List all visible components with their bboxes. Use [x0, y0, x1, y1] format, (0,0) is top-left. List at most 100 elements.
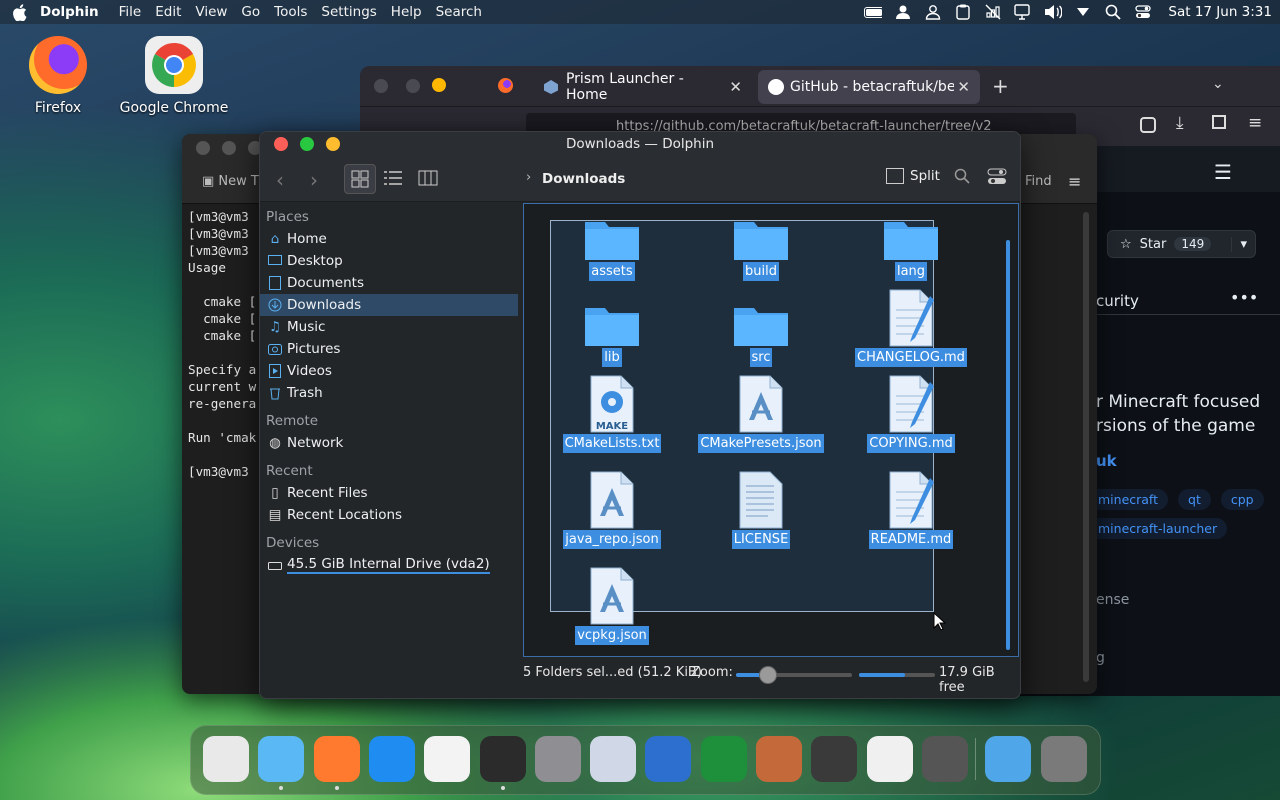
- tab-close-icon[interactable]: ✕: [957, 78, 970, 96]
- menu-edit[interactable]: Edit: [155, 4, 181, 20]
- preview-icon[interactable]: [756, 736, 802, 782]
- battery-icon[interactable]: [864, 4, 883, 20]
- places-item-documents[interactable]: Documents: [260, 272, 522, 294]
- places-item-pictures[interactable]: Pictures: [260, 338, 522, 360]
- window-close-button[interactable]: [374, 79, 388, 93]
- maximize-button[interactable]: [300, 137, 314, 151]
- places-item-recent-files[interactable]: ▯ Recent Files: [260, 482, 522, 504]
- launchpad-icon[interactable]: [203, 736, 249, 782]
- find-button[interactable]: Find: [1025, 174, 1052, 189]
- terminal-icon[interactable]: [479, 736, 526, 782]
- close-button[interactable]: [274, 137, 288, 151]
- tab-list-icon[interactable]: ⌄: [1212, 76, 1224, 92]
- star-dropdown-icon[interactable]: ▾: [1231, 236, 1247, 252]
- places-item-home[interactable]: ⌂ Home: [260, 228, 522, 250]
- places-item-desktop[interactable]: Desktop: [260, 250, 522, 272]
- tab-github[interactable]: GitHub - betacraftuk/betac ✕: [758, 70, 980, 104]
- screenshot-icon[interactable]: [590, 736, 637, 782]
- back-icon[interactable]: ‹: [276, 168, 284, 192]
- firefox-pinned-tab-icon[interactable]: [498, 78, 513, 93]
- file-item[interactable]: COPYING.md: [841, 372, 981, 453]
- security-tab-fragment[interactable]: curity: [1096, 292, 1139, 310]
- chevron-down-icon[interactable]: [1074, 4, 1092, 20]
- details-view-icon[interactable]: [384, 170, 402, 190]
- apple-icon[interactable]: [10, 3, 28, 21]
- spotlight-search-icon[interactable]: [1104, 4, 1122, 20]
- topic-tag[interactable]: qt: [1178, 489, 1211, 510]
- file-item[interactable]: build: [691, 200, 831, 281]
- file-item[interactable]: java_repo.json: [542, 468, 682, 549]
- places-item-recent-locations[interactable]: ▤ Recent Locations: [260, 504, 522, 526]
- system-settings-icon[interactable]: [534, 736, 581, 782]
- places-item-downloads[interactable]: Downloads: [260, 294, 518, 316]
- control-center-icon[interactable]: [1134, 4, 1152, 20]
- menu-settings[interactable]: Settings: [321, 4, 376, 20]
- split-button[interactable]: Split: [886, 168, 940, 184]
- trash-icon[interactable]: [1040, 736, 1087, 782]
- firefox-icon[interactable]: [313, 736, 360, 782]
- pinned-tab-icon[interactable]: [432, 78, 446, 92]
- menu-tools[interactable]: Tools: [274, 4, 307, 20]
- download-icon[interactable]: ⤓: [1176, 113, 1184, 133]
- spreadsheet-icon[interactable]: [700, 736, 747, 782]
- github-menu-icon[interactable]: ☰: [1214, 160, 1232, 184]
- terminal-scrollbar[interactable]: [1083, 212, 1089, 682]
- menu-go[interactable]: Go: [241, 4, 260, 20]
- terminal-menu-icon[interactable]: ≡: [1068, 172, 1081, 191]
- tab-close-icon[interactable]: ✕: [729, 78, 742, 96]
- window-minimize-button[interactable]: [406, 79, 420, 93]
- owner-link[interactable]: uk: [1096, 452, 1117, 470]
- places-item-videos[interactable]: Videos: [260, 360, 522, 382]
- file-item[interactable]: vcpkg.json: [542, 564, 682, 645]
- file-item[interactable]: CHANGELOG.md: [841, 286, 981, 367]
- display-icon[interactable]: [1014, 4, 1032, 20]
- text-editor-icon[interactable]: [645, 736, 692, 782]
- topic-tag[interactable]: minecraft: [1088, 489, 1169, 510]
- topic-tag[interactable]: cpp: [1220, 489, 1264, 510]
- file-item[interactable]: CMakePresets.json: [691, 372, 831, 453]
- finder-icon[interactable]: [258, 736, 305, 782]
- places-item-trash[interactable]: Trash: [260, 382, 522, 404]
- zoom-slider[interactable]: [736, 666, 852, 684]
- hamburger-menu-icon[interactable]: ≡: [1248, 113, 1262, 133]
- tab-prism-launcher[interactable]: Prism Launcher - Home ✕: [534, 70, 752, 104]
- volume-icon[interactable]: [1044, 4, 1063, 20]
- desktop-icon-chrome[interactable]: Google Chrome: [119, 36, 229, 116]
- breadcrumb[interactable]: Downloads: [542, 171, 625, 187]
- more-options-icon[interactable]: •••: [1230, 288, 1258, 307]
- menu-help[interactable]: Help: [391, 4, 422, 20]
- search-icon[interactable]: [954, 168, 970, 188]
- menubar-clock[interactable]: Sat 17 Jun 3:31: [1168, 4, 1272, 20]
- dolphin-window[interactable]: Downloads — Dolphin ‹ › › Downloads Spli…: [259, 131, 1021, 699]
- columns-view-icon[interactable]: [418, 170, 438, 190]
- app-name[interactable]: Dolphin: [40, 4, 99, 20]
- places-item-network[interactable]: ◍ Network: [260, 432, 522, 454]
- icons-view-icon[interactable]: [344, 164, 376, 194]
- star-button[interactable]: ☆ Star 149 ▾: [1107, 230, 1256, 258]
- license-fragment[interactable]: ense: [1096, 592, 1129, 608]
- app-store-icon[interactable]: [368, 736, 415, 782]
- file-item[interactable]: src: [691, 286, 831, 367]
- pocket-icon[interactable]: [1140, 117, 1156, 133]
- terminal-tab[interactable]: ▣ New T: [202, 174, 259, 189]
- file-item[interactable]: LICENSE: [691, 468, 831, 549]
- notes-icon[interactable]: [866, 736, 913, 782]
- zoom-slider-handle[interactable]: [759, 666, 778, 684]
- minimize-button[interactable]: [326, 137, 340, 151]
- places-item-drive[interactable]: 45.5 GiB Internal Drive (vda2): [260, 554, 522, 576]
- menu-view[interactable]: View: [195, 4, 227, 20]
- tape-deck-icon[interactable]: [811, 736, 858, 782]
- topic-tag[interactable]: minecraft-launcher: [1088, 518, 1228, 539]
- network-off-icon[interactable]: [984, 4, 1002, 20]
- file-item[interactable]: assets: [542, 200, 682, 281]
- menu-file[interactable]: File: [119, 4, 142, 20]
- extensions-icon[interactable]: [1212, 115, 1226, 129]
- file-item[interactable]: lib: [542, 286, 682, 367]
- clipboard-icon[interactable]: [954, 4, 972, 20]
- user-switch-icon[interactable]: [924, 4, 942, 20]
- file-view[interactable]: assets build lang lib src CHANGELOG.md MAKE CMa…: [523, 203, 1019, 657]
- control-menu-icon[interactable]: [987, 168, 1007, 190]
- file-item[interactable]: lang: [841, 200, 981, 281]
- forward-icon[interactable]: ›: [310, 168, 318, 192]
- calculator-icon[interactable]: [921, 736, 968, 782]
